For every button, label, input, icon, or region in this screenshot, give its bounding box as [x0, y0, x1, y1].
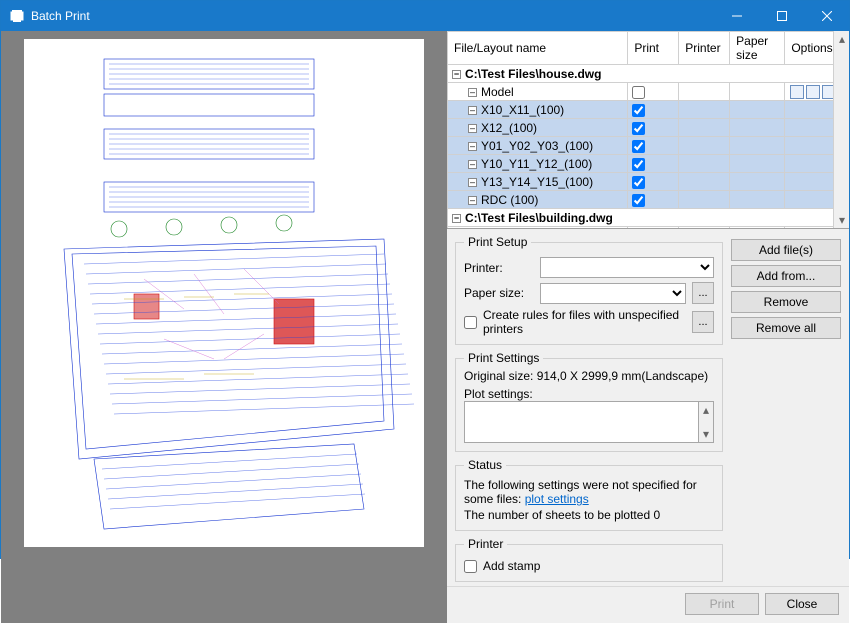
print-settings-group: Print Settings Original size: 914,0 X 29…	[455, 351, 723, 452]
window-title: Batch Print	[31, 9, 714, 23]
add-files-button[interactable]: Add file(s)	[731, 239, 841, 261]
app-icon	[9, 8, 25, 24]
original-size-text: Original size: 914,0 X 2999,9 mm(Landsca…	[464, 369, 714, 383]
status-group: Status The following settings were not s…	[455, 458, 723, 531]
layout-row[interactable]: –X12_(100)	[448, 119, 849, 137]
option-icon[interactable]	[790, 85, 804, 99]
printer-select[interactable]	[540, 257, 714, 278]
add-from-button[interactable]: Add from...	[731, 265, 841, 287]
preview-pane	[1, 31, 447, 623]
preview-paper	[24, 39, 424, 547]
layout-row[interactable]: –Y13_Y14_Y15_(100)	[448, 173, 849, 191]
remove-all-button[interactable]: Remove all	[731, 317, 841, 339]
scroll-down-icon[interactable]: ▾	[834, 212, 849, 228]
leaf-icon: –	[468, 106, 477, 115]
collapse-icon[interactable]: −	[452, 70, 461, 79]
plot-settings-textarea[interactable]	[464, 401, 699, 443]
scroll-down-icon[interactable]: ▾	[699, 426, 713, 442]
scroll-up-icon[interactable]: ▴	[699, 402, 713, 418]
add-stamp-checkbox[interactable]	[464, 560, 477, 573]
leaf-icon: –	[468, 88, 477, 97]
leaf-icon: –	[468, 178, 477, 187]
print-checkbox[interactable]	[632, 194, 645, 207]
printer-group: Printer Add stamp	[455, 537, 723, 582]
col-printer[interactable]: Printer	[679, 32, 730, 65]
grid-header-row: File/Layout name Print Printer Paper siz…	[448, 32, 849, 65]
status-line1: The following settings were not specifie…	[464, 478, 714, 506]
papersize-select[interactable]	[540, 283, 686, 304]
print-checkbox[interactable]	[632, 176, 645, 189]
layout-row-model[interactable]: –Model	[448, 83, 849, 101]
col-print[interactable]: Print	[628, 32, 679, 65]
layout-row[interactable]: –Y10_Y11_Y12_(100)	[448, 155, 849, 173]
print-setup-group: Print Setup Printer: Paper size: ... Cre…	[455, 235, 723, 345]
layout-row[interactable]: –RDC (100)	[448, 191, 849, 209]
scroll-up-icon[interactable]: ▴	[834, 31, 849, 47]
plot-settings-label: Plot settings:	[464, 387, 714, 401]
textarea-scrollbar[interactable]: ▴▾	[699, 401, 714, 443]
status-line2: The number of sheets to be plotted 0	[464, 508, 714, 522]
print-checkbox[interactable]	[632, 86, 645, 99]
minimize-button[interactable]	[714, 1, 759, 31]
close-button[interactable]	[804, 1, 849, 31]
collapse-icon[interactable]: −	[452, 214, 461, 223]
col-papersize[interactable]: Paper size	[730, 32, 785, 65]
printer-label: Printer:	[464, 261, 534, 275]
maximize-button[interactable]	[759, 1, 804, 31]
print-checkbox[interactable]	[632, 104, 645, 117]
layout-row[interactable]: –Y01_Y02_Y03_(100)	[448, 137, 849, 155]
leaf-icon: –	[468, 160, 477, 169]
layout-row[interactable]: –X10_X11_(100)	[448, 101, 849, 119]
leaf-icon: –	[468, 196, 477, 205]
col-file[interactable]: File/Layout name	[448, 32, 628, 65]
papersize-label: Paper size:	[464, 286, 534, 300]
print-checkbox[interactable]	[632, 158, 645, 171]
leaf-icon: –	[468, 124, 477, 133]
file-row[interactable]: −C:\Test Files\building.dwg	[448, 209, 849, 227]
layout-row-model[interactable]: –Model	[448, 227, 849, 230]
file-row[interactable]: −C:\Test Files\house.dwg	[448, 65, 849, 83]
option-icon[interactable]	[806, 85, 820, 99]
leaf-icon: –	[468, 142, 477, 151]
print-button[interactable]: Print	[685, 593, 759, 615]
papersize-browse-button[interactable]: ...	[692, 282, 714, 304]
grid-scrollbar[interactable]: ▴ ▾	[833, 31, 849, 228]
rules-browse-button[interactable]: ...	[692, 311, 714, 333]
files-grid[interactable]: ▴ ▾ File/Layout name Print Printer Paper…	[447, 31, 849, 229]
add-stamp-label: Add stamp	[483, 559, 540, 573]
print-checkbox[interactable]	[632, 140, 645, 153]
create-rules-checkbox[interactable]	[464, 316, 477, 329]
close-dialog-button[interactable]: Close	[765, 593, 839, 615]
create-rules-label: Create rules for files with unspecified …	[483, 308, 686, 336]
remove-button[interactable]: Remove	[731, 291, 841, 313]
plot-settings-link[interactable]: plot settings	[525, 492, 589, 506]
print-checkbox[interactable]	[632, 122, 645, 135]
